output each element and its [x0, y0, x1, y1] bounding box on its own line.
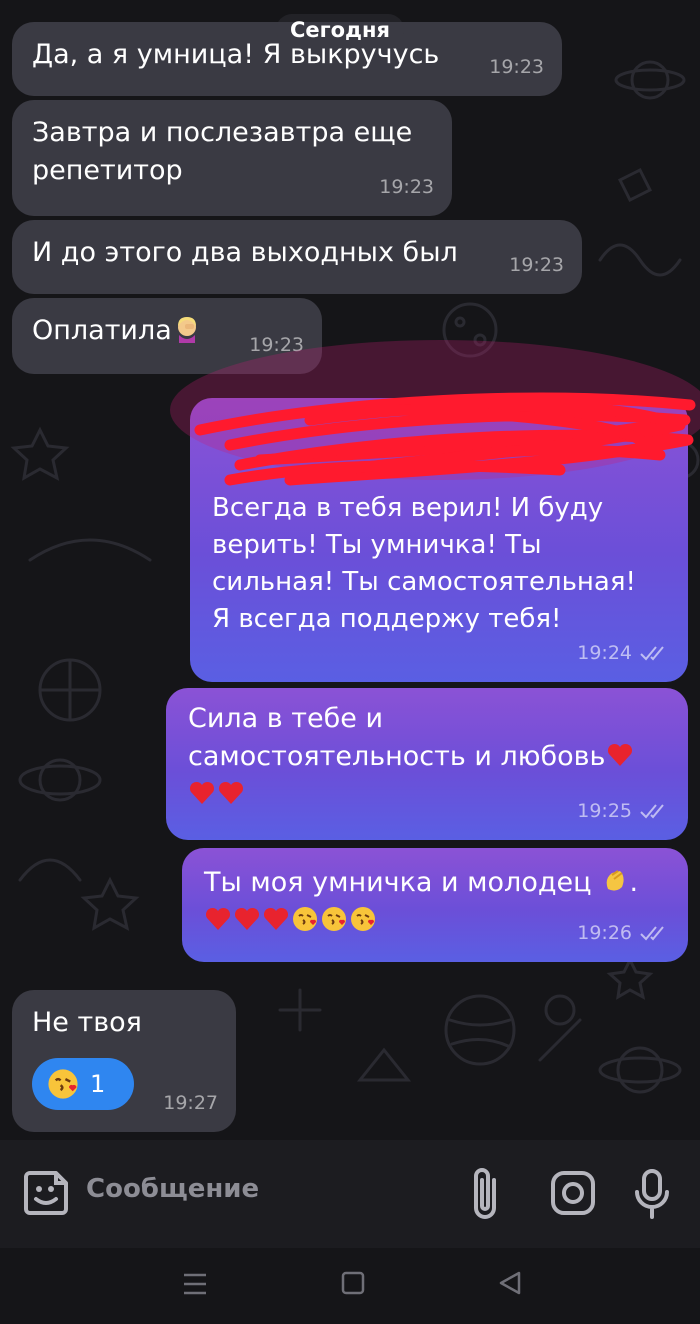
- message-incoming[interactable]: И до этого два выходных был 19:23: [12, 220, 582, 294]
- red-heart-emoji: [263, 907, 289, 930]
- message-meta: 19:23: [489, 48, 544, 86]
- reaction-chip[interactable]: 1: [32, 1058, 134, 1110]
- face-blowing-kiss-emoji: [293, 907, 317, 931]
- message-time: 19:26: [577, 922, 632, 944]
- message-incoming[interactable]: Завтра и послезавтра еще репетитор 19:23: [12, 100, 452, 216]
- microphone-icon[interactable]: [632, 1168, 672, 1220]
- message-text: Не твоя: [32, 1007, 142, 1038]
- red-heart-emoji: [189, 781, 215, 804]
- message-time: 19:27: [163, 1092, 218, 1114]
- sticker-icon[interactable]: [22, 1169, 70, 1217]
- face-blowing-kiss-emoji: [48, 1069, 78, 1099]
- message-meta: 19:23: [249, 326, 304, 364]
- message-meta: 19:24: [577, 634, 670, 672]
- message-incoming[interactable]: Оплатила 19:23: [12, 298, 322, 374]
- message-outgoing[interactable]: Сила в тебе и самостоятельность и любовь…: [166, 688, 688, 840]
- double-check-icon: [640, 804, 664, 819]
- face-blowing-kiss-emoji: [351, 907, 375, 931]
- message-time: 19:23: [249, 334, 304, 356]
- double-check-icon: [640, 926, 664, 941]
- message-time: 19:24: [577, 642, 632, 664]
- message-text-content: Сила в тебе и самостоятельность и любовь: [188, 703, 606, 772]
- red-heart-emoji: [205, 907, 231, 930]
- home-icon[interactable]: [341, 1271, 365, 1295]
- face-blowing-kiss-emoji: [322, 907, 346, 931]
- message-composer: Сообщение: [0, 1140, 700, 1248]
- message-meta: 19:26: [577, 914, 670, 952]
- message-time: 19:23: [489, 56, 544, 78]
- message-time: 19:23: [509, 254, 564, 276]
- double-check-icon: [640, 646, 664, 661]
- message-text-content: Оплатила: [32, 315, 172, 346]
- chat-area[interactable]: Сегодня Да, а я умница! Я выкручусь 19:2…: [0, 0, 700, 1140]
- camera-icon[interactable]: [550, 1170, 596, 1216]
- message-incoming[interactable]: Не твоя 1 19:27: [12, 990, 236, 1132]
- red-heart-emoji: [218, 781, 244, 804]
- reaction-count: 1: [90, 1070, 106, 1098]
- message-meta: 19:23: [509, 246, 564, 284]
- message-outgoing[interactable]: Всегда в тебя верил! И буду верить! Ты у…: [190, 398, 688, 682]
- facepalm-woman-emoji: [177, 317, 196, 343]
- message-meta: 19:23: [379, 168, 434, 206]
- clapping-hands-emoji: [606, 870, 624, 891]
- message-text-content: Ты моя умничка и молодец: [204, 867, 592, 898]
- back-icon[interactable]: [498, 1271, 522, 1295]
- message-outgoing[interactable]: Ты моя умничка и молодец. 19:26: [182, 848, 688, 962]
- message-time: 19:25: [577, 800, 632, 822]
- message-time: 19:23: [379, 176, 434, 198]
- message-input[interactable]: Сообщение: [86, 1174, 259, 1204]
- date-separator: Сегодня: [276, 14, 405, 46]
- message-text: Всегда в тебя верил! И буду верить! Ты у…: [212, 493, 636, 634]
- attach-icon[interactable]: [466, 1164, 506, 1224]
- red-heart-emoji: [608, 743, 633, 766]
- message-text: Завтра и послезавтра еще репетитор: [32, 117, 413, 186]
- message-meta: 19:25: [577, 792, 670, 830]
- red-heart-emoji: [234, 907, 260, 930]
- recent-apps-icon[interactable]: [182, 1272, 208, 1296]
- message-text: И до этого два выходных был: [32, 237, 458, 268]
- system-nav-bar: [0, 1248, 700, 1324]
- message-meta: 19:27: [163, 1084, 218, 1122]
